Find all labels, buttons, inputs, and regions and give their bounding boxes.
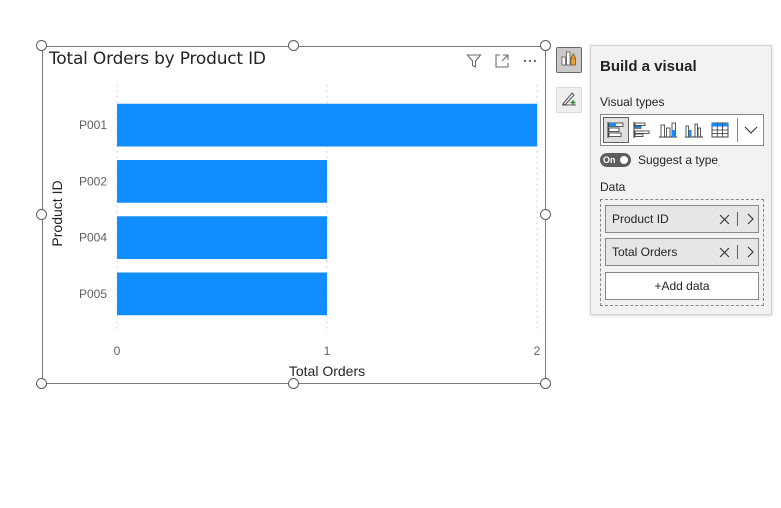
resize-handle-top[interactable] [288, 40, 299, 51]
format-visual-button[interactable] [556, 87, 582, 113]
y-tick-label: P002 [79, 174, 107, 188]
clustered-column-chart-icon[interactable] [681, 117, 707, 143]
chevron-down-icon[interactable] [740, 117, 762, 143]
build-visual-button[interactable] [556, 47, 582, 73]
visual-types-row [600, 114, 764, 146]
suggest-type-label: Suggest a type [638, 153, 719, 167]
chevron-right-icon[interactable] [742, 246, 758, 258]
bar [117, 216, 327, 259]
bar [117, 272, 327, 316]
focus-mode-icon[interactable] [491, 51, 513, 71]
x-tick-label: 0 [114, 344, 121, 358]
y-tick-label: P005 [79, 287, 107, 301]
visual-container[interactable]: 0 1 2 P001 P002 P004 P005 Total Orders Product I… [42, 46, 546, 384]
build-visual-pane: Build a visual Visual types On Suggest a… [590, 45, 772, 315]
data-well: Product ID Total Orders +Add data [600, 199, 764, 306]
visual-types-divider [737, 118, 738, 142]
field-label: Total Orders [612, 245, 678, 259]
x-axis-title: Total Orders [289, 363, 365, 379]
x-tick-label: 2 [534, 344, 541, 358]
resize-handle-right[interactable] [540, 209, 551, 220]
y-axis-title: Product ID [49, 180, 65, 246]
visual-title: Total Orders by Product ID [49, 49, 266, 69]
field-divider [737, 212, 738, 226]
resize-handle-top-right[interactable] [540, 40, 551, 51]
chevron-right-icon[interactable] [742, 213, 758, 225]
field-well-product-id[interactable]: Product ID [605, 205, 759, 233]
resize-handle-bottom-left[interactable] [36, 378, 47, 389]
format-visual-icon [560, 89, 578, 112]
bar-chart: 0 1 2 P001 P002 P004 P005 Total Orders Product I… [49, 85, 541, 379]
stacked-bar-chart-icon[interactable] [603, 117, 629, 143]
bar [117, 103, 537, 147]
build-visual-icon [560, 49, 578, 72]
stacked-column-chart-icon[interactable] [655, 117, 681, 143]
more-options-icon[interactable] [519, 51, 541, 71]
toggle-knob [620, 156, 628, 164]
clustered-bar-chart-icon[interactable] [629, 117, 655, 143]
filter-icon[interactable] [463, 51, 485, 71]
resize-handle-bottom[interactable] [288, 378, 299, 389]
field-divider [737, 245, 738, 259]
y-tick-label: P004 [79, 231, 107, 245]
suggest-type-row: On Suggest a type [600, 153, 718, 167]
suggest-type-toggle[interactable]: On [600, 153, 631, 167]
pane-title: Build a visual [600, 58, 697, 75]
resize-handle-top-left[interactable] [36, 40, 47, 51]
y-tick-label: P001 [79, 118, 107, 132]
add-data-button[interactable]: +Add data [605, 272, 759, 300]
bar [117, 160, 327, 203]
x-tick-label: 1 [324, 344, 331, 358]
toggle-state-label: On [603, 155, 616, 165]
field-well-total-orders[interactable]: Total Orders [605, 238, 759, 266]
remove-field-icon[interactable] [715, 214, 733, 225]
visual-types-label: Visual types [600, 95, 665, 109]
data-label: Data [600, 180, 626, 194]
resize-handle-bottom-right[interactable] [540, 378, 551, 389]
field-label: Product ID [612, 212, 669, 226]
table-icon[interactable] [707, 117, 733, 143]
remove-field-icon[interactable] [715, 247, 733, 258]
resize-handle-left[interactable] [36, 209, 47, 220]
visual-header-icons [463, 51, 541, 71]
